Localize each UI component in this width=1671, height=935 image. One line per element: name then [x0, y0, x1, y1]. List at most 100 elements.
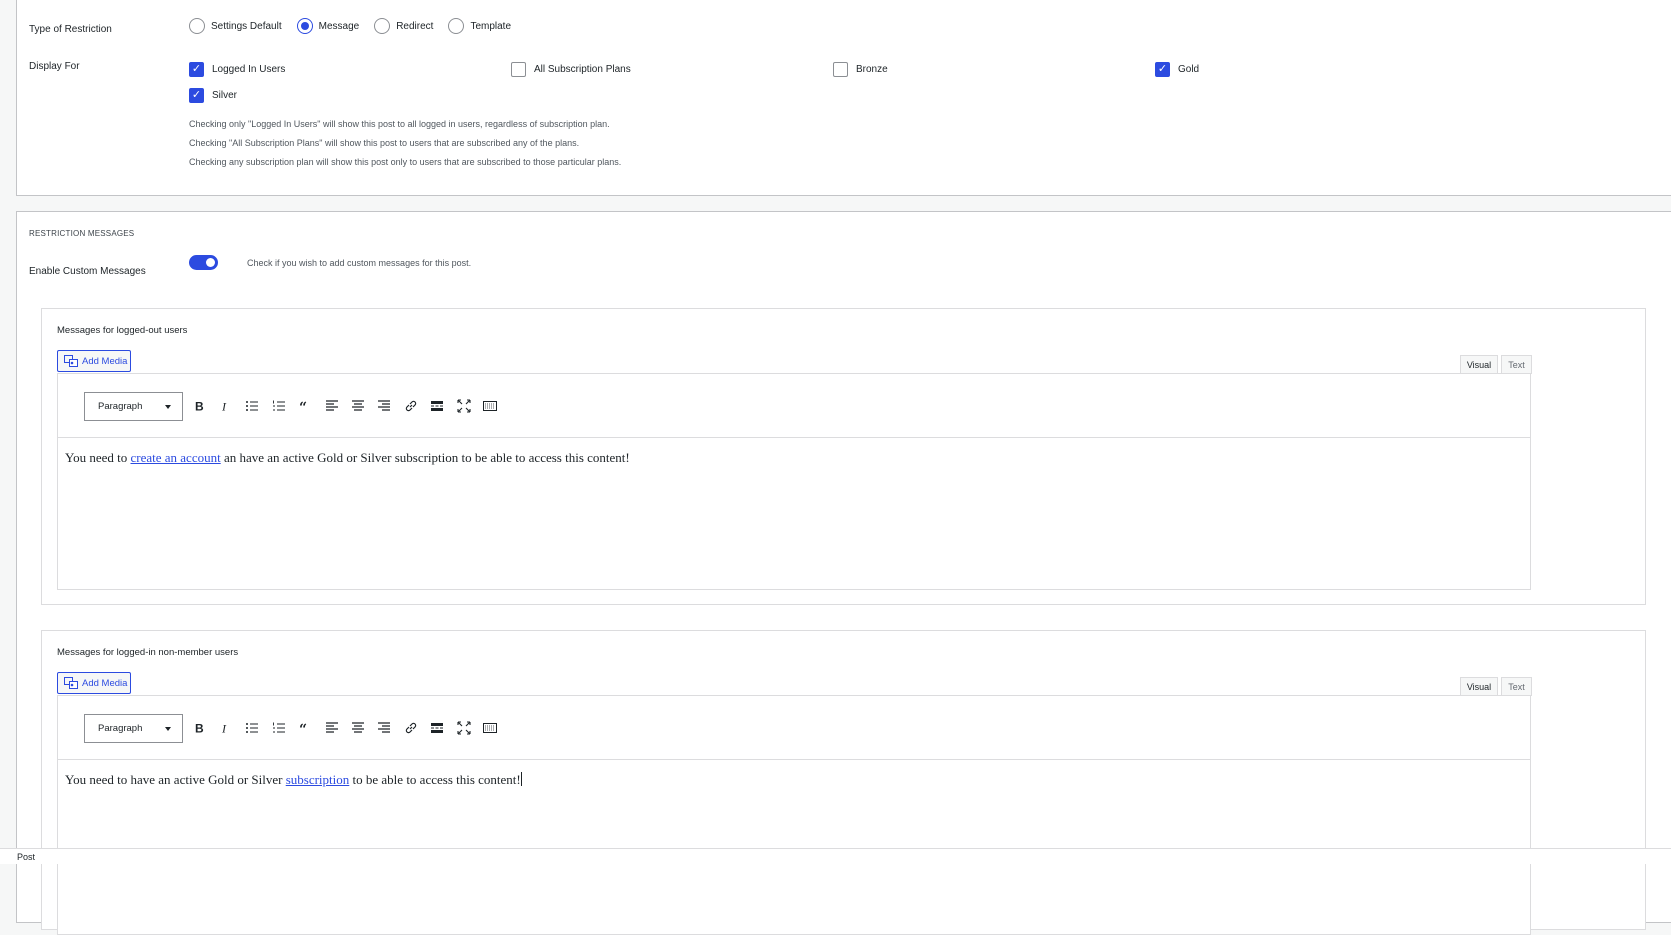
help-line: Checking "All Subscription Plans" will s… [189, 138, 580, 148]
add-media-button[interactable]: Add Media [57, 672, 131, 694]
editor-toolbar: Paragraph B I “ [58, 374, 1530, 438]
radio-settings-default[interactable]: Settings Default [189, 18, 282, 34]
logged-in-non-member-message-box: Messages for logged-in non-member users … [41, 630, 1646, 935]
checkbox-control[interactable] [511, 62, 526, 77]
format-value: Paragraph [98, 401, 143, 412]
editor-toolbar: Paragraph B I “ [58, 696, 1530, 760]
content-text: an have an active Gold or Silver subscri… [220, 450, 630, 465]
checkbox-label: Silver [212, 90, 238, 101]
numbered-list-icon[interactable] [269, 718, 289, 738]
tab-text[interactable]: Text [1501, 677, 1532, 696]
italic-icon[interactable]: I [215, 718, 235, 738]
enable-custom-messages-help: Check if you wish to add custom messages… [247, 258, 472, 268]
checkbox-all-subscription-plans[interactable]: All Subscription Plans [511, 62, 631, 77]
format-select[interactable]: Paragraph [84, 392, 183, 421]
display-for-help: Checking only "Logged In Users" will sho… [189, 115, 621, 172]
align-right-icon[interactable] [374, 718, 394, 738]
radio-label: Redirect [396, 20, 434, 32]
italic-icon[interactable]: I [215, 396, 235, 416]
blockquote-icon[interactable]: “ [295, 718, 315, 738]
check-icon[interactable]: ✓ [189, 62, 204, 77]
section-title: RESTRICTION MESSAGES [29, 229, 135, 238]
format-select[interactable]: Paragraph [84, 714, 183, 743]
radio-template[interactable]: Template [448, 18, 511, 34]
add-media-label: Add Media [82, 355, 128, 367]
media-icon [64, 355, 78, 367]
text-cursor [520, 772, 522, 786]
radio-control[interactable] [296, 18, 313, 34]
link-icon[interactable] [401, 718, 421, 738]
link-icon[interactable] [401, 396, 421, 416]
status-bar-path[interactable]: Post [17, 852, 35, 862]
checkbox-label: Gold [1178, 64, 1200, 75]
radio-control[interactable] [374, 18, 391, 34]
restriction-messages-panel: RESTRICTION MESSAGES Enable Custom Messa… [16, 211, 1671, 935]
checkbox-control[interactable] [833, 62, 848, 77]
type-of-restriction-label: Type of Restriction [29, 24, 112, 35]
radio-label: Settings Default [211, 20, 282, 32]
rich-text-editor: Paragraph B I “ You need to have an acti… [57, 695, 1531, 935]
fullscreen-icon[interactable] [454, 718, 474, 738]
checkbox-label: Bronze [856, 64, 888, 75]
tab-visual[interactable]: Visual [1460, 355, 1498, 374]
svg-text:“: “ [299, 722, 307, 735]
status-bar: Post [0, 848, 1671, 864]
tab-visual[interactable]: Visual [1460, 677, 1498, 696]
logged-out-message-box: Messages for logged-out users Add Media … [41, 308, 1646, 605]
align-center-icon[interactable] [348, 396, 368, 416]
svg-text:I: I [221, 400, 227, 414]
radio-label: Template [470, 20, 512, 32]
help-line: Checking only "Logged In Users" will sho… [189, 119, 610, 129]
chevron-down-icon [165, 727, 171, 731]
check-icon[interactable]: ✓ [189, 88, 204, 103]
bold-icon[interactable]: B [189, 396, 209, 416]
editor-content[interactable]: You need to create an account an have an… [58, 438, 1530, 478]
radio-control[interactable] [189, 18, 205, 34]
radio-redirect[interactable]: Redirect [374, 18, 433, 34]
bullet-list-icon[interactable] [242, 396, 262, 416]
content-link[interactable]: create an account [131, 450, 221, 465]
format-value: Paragraph [98, 723, 143, 734]
enable-custom-messages-toggle[interactable] [189, 255, 218, 270]
media-icon [64, 677, 78, 689]
fullscreen-icon[interactable] [454, 396, 474, 416]
content-link[interactable]: subscription [286, 772, 350, 787]
check-icon[interactable]: ✓ [1155, 62, 1170, 77]
help-line: Checking any subscription plan will show… [189, 157, 622, 167]
display-for-label: Display For [29, 61, 80, 72]
editor-content[interactable]: You need to have an active Gold or Silve… [58, 760, 1530, 800]
numbered-list-icon[interactable] [269, 396, 289, 416]
radio-control[interactable] [448, 18, 465, 34]
read-more-icon[interactable] [427, 718, 447, 738]
svg-text:B: B [195, 722, 204, 736]
svg-text:I: I [221, 722, 227, 736]
align-center-icon[interactable] [348, 718, 368, 738]
blockquote-icon[interactable]: “ [295, 396, 315, 416]
bullet-list-icon[interactable] [242, 718, 262, 738]
rich-text-editor: Paragraph B I “ You need to create an ac… [57, 373, 1531, 590]
toolbar-toggle-icon[interactable] [480, 396, 500, 416]
checkbox-label: Logged In Users [212, 64, 286, 75]
radio-message[interactable]: Message [296, 18, 360, 34]
svg-text:B: B [195, 400, 204, 414]
editor-title: Messages for logged-in non-member users [57, 647, 239, 658]
checkbox-logged-in-users[interactable]: ✓ Logged In Users [189, 62, 285, 77]
align-right-icon[interactable] [374, 396, 394, 416]
toolbar-toggle-icon[interactable] [480, 718, 500, 738]
radio-label: Message [318, 20, 360, 32]
chevron-down-icon [165, 405, 171, 409]
add-media-button[interactable]: Add Media [57, 350, 131, 372]
svg-text:“: “ [299, 400, 307, 413]
checkbox-silver[interactable]: ✓ Silver [189, 88, 237, 103]
checkbox-bronze[interactable]: Bronze [833, 62, 888, 77]
align-left-icon[interactable] [322, 718, 342, 738]
restriction-type-radio-group: Settings Default Message Redirect Templa… [189, 18, 526, 34]
checkbox-gold[interactable]: ✓ Gold [1155, 62, 1199, 77]
add-media-label: Add Media [82, 677, 128, 689]
bold-icon[interactable]: B [189, 718, 209, 738]
enable-custom-messages-label: Enable Custom Messages [29, 266, 146, 277]
align-left-icon[interactable] [322, 396, 342, 416]
read-more-icon[interactable] [427, 396, 447, 416]
tab-text[interactable]: Text [1501, 355, 1532, 374]
content-text: You need to have an active Gold or Silve… [65, 772, 286, 787]
